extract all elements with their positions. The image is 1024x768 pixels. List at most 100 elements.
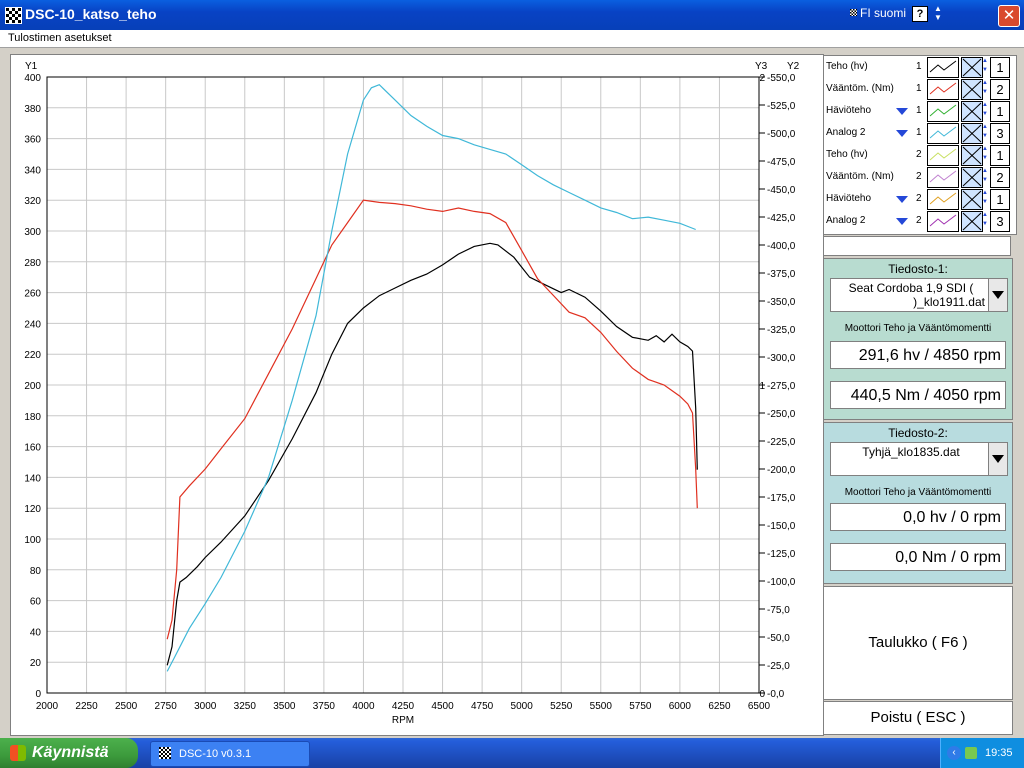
legend-row: Analog 2 1 ▲ ▼ 3 xyxy=(824,122,1016,144)
y1-tick-label: 180 xyxy=(24,412,41,423)
dropdown-triangle-icon[interactable] xyxy=(896,218,908,225)
legend-row: Analog 2 2 ▲ ▼ 3 xyxy=(824,210,1016,232)
y2-tick-label: -550,0 xyxy=(767,73,796,84)
hide-series-icon[interactable] xyxy=(961,79,983,100)
help-icon[interactable]: ? xyxy=(912,6,928,22)
windows-logo-icon xyxy=(10,745,26,761)
file1-select[interactable]: Seat Cordoba 1,9 SDI ( )_klo1911.dat xyxy=(830,278,1008,312)
hide-series-icon[interactable] xyxy=(961,57,983,78)
y2-tick-label: -500,0 xyxy=(767,129,796,140)
exit-button[interactable]: Poistu ( ESC ) xyxy=(823,701,1013,735)
legend-label: Häviöteho xyxy=(826,105,872,116)
y1-tick-label: 400 xyxy=(24,73,41,84)
file1-dropdown-icon[interactable] xyxy=(988,279,1007,311)
x-tick-label: 4000 xyxy=(352,701,375,712)
legend-file-index: 1 xyxy=(916,61,922,72)
axis-spinner-icon[interactable]: ▲ ▼ xyxy=(982,57,988,76)
spinner-arrows-icon[interactable]: ▲ ▼ xyxy=(934,4,942,22)
line-style-swatch[interactable] xyxy=(927,167,959,188)
axis-spinner-icon[interactable]: ▲ ▼ xyxy=(982,211,988,230)
legend-label: Vääntöm. (Nm) xyxy=(826,83,894,94)
blank-field xyxy=(823,236,1011,256)
app-icon xyxy=(159,747,171,759)
dropdown-triangle-icon[interactable] xyxy=(896,196,908,203)
hide-series-icon[interactable] xyxy=(961,101,983,122)
hide-series-icon[interactable] xyxy=(961,145,983,166)
x-tick-label: 5750 xyxy=(629,701,652,712)
y1-tick-label: 40 xyxy=(30,627,42,638)
y2-tick-label: -175,0 xyxy=(767,493,796,504)
axis-spinner-icon[interactable]: ▲ ▼ xyxy=(982,101,988,120)
y1-tick-label: 0 xyxy=(35,689,41,700)
chart-panel: 2000 2250 2500 2750 3000 3250 3500 3750 4000 4250… xyxy=(10,54,824,736)
file1-title: Tiedosto-1: xyxy=(888,262,948,276)
axis-spinner-icon[interactable]: ▲ ▼ xyxy=(982,189,988,208)
start-label: Käynnistä xyxy=(32,744,109,761)
dropdown-triangle-icon[interactable] xyxy=(896,108,908,115)
start-button[interactable]: Käynnistä xyxy=(0,738,138,768)
axis-select-box[interactable]: 1 xyxy=(990,101,1010,122)
chevron-left-icon[interactable]: ‹ xyxy=(947,746,961,760)
menu-bar: Tulostimen asetukset xyxy=(0,30,1024,48)
y2-tick-label: -125,0 xyxy=(767,549,796,560)
legend-row: Teho (hv) 2 ▲ ▼ 1 xyxy=(824,144,1016,166)
y2-tick-label: -325,0 xyxy=(767,325,796,336)
close-button[interactable]: ✕ xyxy=(998,5,1020,27)
file2-select[interactable]: Tyhjä_klo1835.dat xyxy=(830,442,1008,476)
line-style-swatch[interactable] xyxy=(927,79,959,100)
hide-series-icon[interactable] xyxy=(961,211,983,232)
line-style-swatch[interactable] xyxy=(927,145,959,166)
axis-select-box[interactable]: 3 xyxy=(990,123,1010,144)
x-tick-label: 2500 xyxy=(115,701,138,712)
taskbar-app-button[interactable]: DSC-10 v0.3.1 xyxy=(150,741,310,767)
axis-select-box[interactable]: 2 xyxy=(990,167,1010,188)
line-style-swatch[interactable] xyxy=(927,101,959,122)
file1-name-line1: Seat Cordoba 1,9 SDI ( xyxy=(848,281,974,295)
y1-tick-label: 160 xyxy=(24,443,41,454)
hide-series-icon[interactable] xyxy=(961,189,983,210)
axis-spinner-icon[interactable]: ▲ ▼ xyxy=(982,167,988,186)
language-selector[interactable]: FI suomi ? ▲ ▼ xyxy=(846,4,946,24)
y2-tick-label: -400,0 xyxy=(767,241,796,252)
hide-series-icon[interactable] xyxy=(961,167,983,188)
file1-subtitle: Moottori Teho ja Vääntömomentti xyxy=(844,323,992,334)
y1-tick-label: 200 xyxy=(24,381,41,392)
y2-tick-label: -50,0 xyxy=(767,633,790,644)
axis-select-box[interactable]: 3 xyxy=(990,211,1010,232)
y1-tick-label: 360 xyxy=(24,135,41,146)
menu-printer-settings[interactable]: Tulostimen asetukset xyxy=(8,32,112,44)
legend-file-index: 1 xyxy=(916,105,922,116)
y2-tick-label: -425,0 xyxy=(767,213,796,224)
axis-select-box[interactable]: 1 xyxy=(990,57,1010,78)
x-tick-label: 4500 xyxy=(431,701,454,712)
network-icon[interactable] xyxy=(965,747,977,759)
axis-spinner-icon[interactable]: ▲ ▼ xyxy=(982,145,988,164)
flag-icon xyxy=(850,9,857,16)
x-tick-label: 6250 xyxy=(708,701,731,712)
y1-tick-label: 20 xyxy=(30,658,42,669)
file2-power-value: 0,0 hv / 0 rpm xyxy=(830,503,1006,531)
axis-spinner-icon[interactable]: ▲ ▼ xyxy=(982,123,988,142)
axis-spinner-icon[interactable]: ▲ ▼ xyxy=(982,79,988,98)
dropdown-triangle-icon[interactable] xyxy=(896,130,908,137)
x-tick-label: 2250 xyxy=(75,701,98,712)
x-tick-label: 3000 xyxy=(194,701,217,712)
y2-tick-label: -250,0 xyxy=(767,409,796,420)
legend-label: Analog 2 xyxy=(826,215,866,226)
y2-tick-label: -75,0 xyxy=(767,605,790,616)
file2-dropdown-icon[interactable] xyxy=(988,443,1007,475)
x-tick-label: 4750 xyxy=(471,701,494,712)
y2-tick-label: -150,0 xyxy=(767,521,796,532)
y1-tick-label: 240 xyxy=(24,319,41,330)
table-button[interactable]: Taulukko ( F6 ) xyxy=(823,586,1013,700)
axis-select-box[interactable]: 1 xyxy=(990,145,1010,166)
axis-select-box[interactable]: 1 xyxy=(990,189,1010,210)
y2-tick-label: -100,0 xyxy=(767,577,796,588)
line-style-swatch[interactable] xyxy=(927,189,959,210)
hide-series-icon[interactable] xyxy=(961,123,983,144)
line-style-swatch[interactable] xyxy=(927,123,959,144)
y1-tick-label: 100 xyxy=(24,535,41,546)
axis-select-box[interactable]: 2 xyxy=(990,79,1010,100)
line-style-swatch[interactable] xyxy=(927,211,959,232)
line-style-swatch[interactable] xyxy=(927,57,959,78)
